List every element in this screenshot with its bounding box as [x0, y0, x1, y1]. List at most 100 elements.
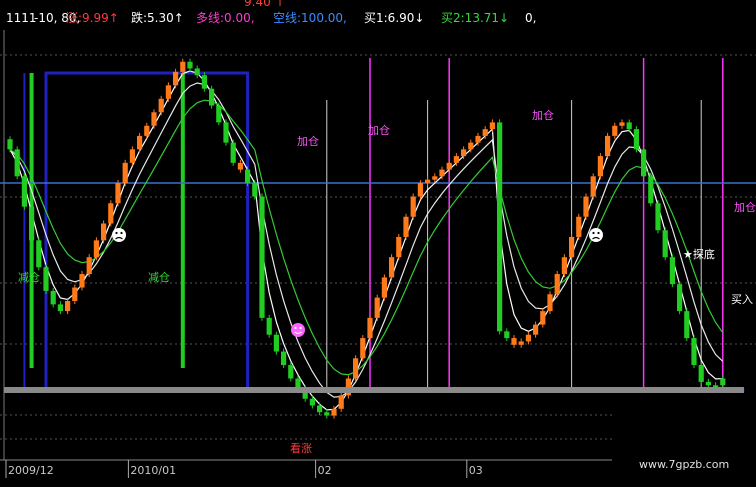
candle-body [583, 196, 589, 217]
candle-body [259, 196, 265, 318]
annotation-jiacang-top: 加仓 [532, 108, 554, 122]
candle-body [410, 196, 416, 217]
candle-body [201, 75, 207, 89]
sad-face-icon [589, 228, 603, 242]
candle-body [14, 149, 20, 177]
annotation-jiancang-left: 减仓 [18, 270, 40, 284]
candle-body [475, 135, 481, 143]
candle-body [605, 135, 611, 157]
annotation-jiacang-2: 加仓 [368, 123, 390, 137]
candle-body [684, 311, 690, 339]
candle-body [122, 162, 128, 184]
candle-body [101, 223, 107, 241]
candle-body [648, 176, 654, 204]
candle-body [561, 257, 567, 275]
candle-body [641, 149, 647, 177]
candle-body [281, 351, 287, 366]
header-title: 1111 [6, 11, 37, 25]
candle-body [165, 85, 171, 99]
candle-body [209, 88, 215, 106]
candle-body [525, 334, 531, 342]
candle-body [129, 149, 135, 163]
candle-body [108, 203, 114, 224]
top-arrow: ↑ [275, 0, 285, 9]
watermark: www.7gpzb.com [639, 458, 729, 471]
candle-body [367, 317, 373, 339]
annotation-mairu: 买入 [731, 293, 753, 306]
candle-body [590, 176, 596, 197]
candle-body [547, 294, 553, 312]
candle-body [187, 61, 193, 69]
candle-body [237, 162, 243, 170]
candle-body [360, 338, 366, 359]
candle-body [705, 381, 711, 386]
candle-body [331, 408, 337, 416]
x-tick-label: 03 [469, 464, 483, 477]
candle-body [511, 338, 517, 345]
candle-body [7, 139, 13, 150]
candle-body [29, 206, 35, 241]
header-item: 空线:100.00, [273, 11, 347, 25]
candle-body [518, 341, 524, 345]
candle-body [633, 129, 639, 150]
x-tick-label: 2009/12 [8, 464, 54, 477]
candle-body [626, 122, 632, 130]
x-tick-label: 2010/01 [130, 464, 176, 477]
chart-canvas: 1111 -10, 80, 涨:9.99↑ 跌:5.30↑ 多线:0.00, 空线:1… [0, 0, 756, 487]
candle-body [86, 257, 92, 275]
candle-body [115, 183, 121, 204]
candle-body [79, 274, 85, 288]
candle-body [50, 290, 56, 305]
candle-body [223, 122, 229, 143]
candle-body [288, 365, 294, 379]
header-item: 买2:13.71↓ [441, 11, 509, 25]
candle-body [173, 71, 179, 86]
candle-body [151, 112, 157, 126]
candle-body [381, 277, 387, 298]
candle-body [230, 142, 236, 163]
candle-body [612, 125, 618, 136]
candle-body [396, 236, 402, 258]
header-item: 买1:6.90↓ [364, 11, 424, 25]
candle-body [194, 68, 200, 76]
header-item: 跌:5.30↑ [131, 10, 184, 25]
x-tick-label: 02 [318, 464, 332, 477]
candle-body [720, 378, 726, 386]
candle-body [252, 183, 258, 197]
candle-body [144, 125, 150, 136]
header-item: 多线:0.00, [196, 11, 255, 25]
candle-body [353, 358, 359, 379]
candle-body [662, 230, 668, 258]
candle-body [497, 122, 503, 332]
candle-body [533, 324, 539, 335]
sad-face-icon [112, 228, 126, 242]
candle-body [93, 240, 99, 258]
candle-body [309, 398, 315, 406]
candle-body [698, 365, 704, 382]
candle-body [389, 257, 395, 278]
candle-body [338, 395, 344, 409]
header-item: 涨:9.99↑ [66, 10, 119, 25]
candle-body [273, 334, 279, 352]
candle-body [374, 297, 380, 318]
candle-body [36, 240, 42, 268]
annotation-jiacang-1: 加仓 [297, 134, 319, 148]
top-value: 9.40 [244, 0, 271, 9]
candle-body [504, 331, 510, 339]
candle-body [446, 162, 452, 170]
candle-body [216, 105, 222, 123]
header-items: 涨:9.99↑ 跌:5.30↑ 多线:0.00, 空线:100.00, 买1:6.90↓… [66, 10, 536, 25]
candle-body [65, 301, 71, 312]
annotation-kanzhang: 看涨 [290, 441, 312, 455]
pink-face-icon [291, 323, 305, 337]
annotation-jiacang-right: 加仓 [734, 200, 756, 214]
candle-body [266, 317, 272, 335]
candle-body [439, 169, 445, 177]
candle-body [158, 98, 164, 113]
candle-body [691, 338, 697, 366]
candle-body [468, 142, 474, 150]
candle-body [655, 203, 661, 231]
candle-body [425, 179, 431, 184]
candle-body [57, 304, 63, 312]
candle-body [72, 287, 78, 302]
